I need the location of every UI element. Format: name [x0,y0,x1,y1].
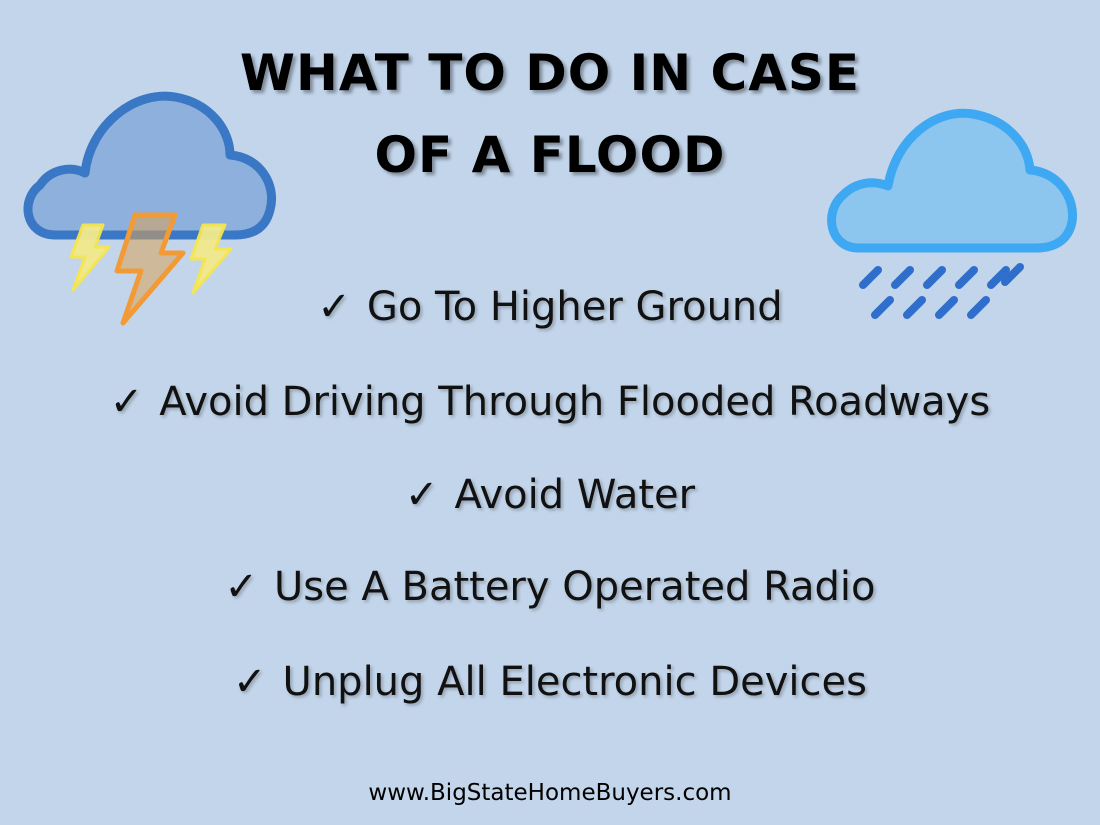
website-url: www.BigStateHomeBuyers.com [368,780,732,806]
checkmark-icon: ✓ [404,472,439,518]
list-item: ✓ Unplug All Electronic Devices [0,655,1100,709]
checkmark-icon: ✓ [109,379,144,425]
list-item-text: Unplug All Electronic Devices [282,659,867,705]
title-line-2: OF A FLOOD [374,126,726,184]
title-line-1: WHAT TO DO IN CASE [239,44,861,102]
checkmark-icon: ✓ [233,659,267,705]
checkmark-icon: ✓ [317,284,351,330]
list-item-text: Go To Higher Ground [366,284,783,330]
list-item: ✓ Avoid Water [0,468,1100,522]
list-item-text: Avoid Driving Through Flooded Roadways [159,379,991,425]
slide: WHAT TO DO IN CASE OF A FLOOD ✓ Go To Hig… [0,0,1100,825]
list-item: ✓ Go To Higher Ground [0,280,1100,334]
checkmark-icon: ✓ [224,564,258,610]
list-item-text: Avoid Water [454,472,696,518]
list-item: ✓ Use A Battery Operated Radio [0,560,1100,614]
list-item-text: Use A Battery Operated Radio [273,564,876,610]
list-item: ✓ Avoid Driving Through Flooded Roadways [0,375,1100,429]
